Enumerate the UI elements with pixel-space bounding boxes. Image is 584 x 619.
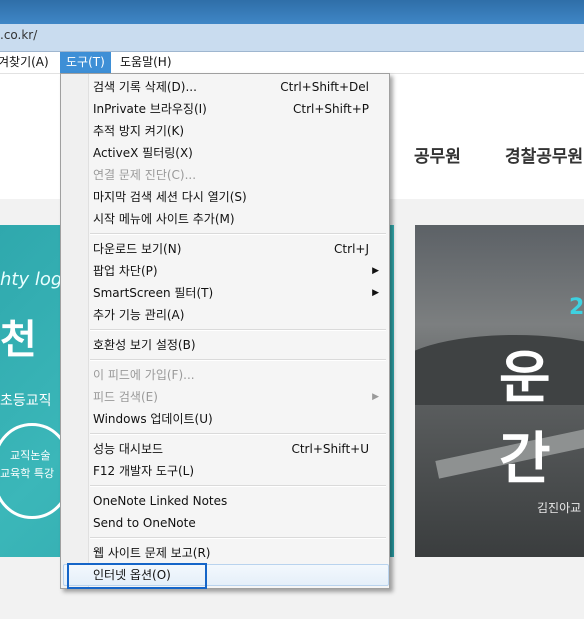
address-url[interactable]: .co.kr/: [0, 28, 37, 42]
menu-item-label: 팝업 차단(P): [93, 264, 158, 278]
menu-item-label: 성능 대시보드: [93, 442, 164, 456]
road-banner-subtitle: 김진아교: [537, 501, 582, 515]
teal-circle-line-2: 교육학 특강: [0, 467, 55, 480]
menu-item-label: 피드 검색(E): [93, 390, 158, 404]
tools-menu-item[interactable]: 성능 대시보드 Ctrl+Shift+U: [63, 438, 387, 460]
menu-item-label: SmartScreen 필터(T): [93, 286, 214, 300]
menu-item-label: 웹 사이트 문제 보고(R): [93, 546, 211, 560]
menu-help[interactable]: 도움말(H): [114, 52, 178, 73]
menu-item-label: 다운로드 보기(N): [93, 242, 182, 256]
menu-item-shortcut: Ctrl+J: [334, 242, 369, 256]
tools-menu-item[interactable]: SmartScreen 필터(T) ▶: [63, 282, 387, 304]
tools-menu-item[interactable]: 마지막 검색 세션 다시 열기(S): [63, 186, 387, 208]
teal-circle-line-1: 교직논술: [10, 449, 51, 462]
submenu-arrow-icon: ▶: [372, 392, 379, 402]
submenu-arrow-icon: ▶: [372, 288, 379, 298]
tools-menu-item[interactable]: 시작 메뉴에 사이트 추가(M): [63, 208, 387, 230]
menu-item-label: 추적 방지 켜기(K): [93, 124, 185, 138]
menu-item-label: 마지막 검색 세션 다시 열기(S): [93, 190, 247, 204]
tools-menu-item: 피드 검색(E) ▶: [63, 386, 387, 408]
menu-item-shortcut: Ctrl+Shift+P: [293, 102, 369, 116]
menu-item-label: F12 개발자 도구(L): [93, 464, 195, 478]
tools-menu-item[interactable]: Windows 업데이트(U): [63, 408, 387, 430]
menu-item-label: ActiveX 필터링(X): [93, 146, 193, 160]
tools-menu-item[interactable]: 팝업 차단(P) ▶: [63, 260, 387, 282]
menu-item-label: 호환성 보기 설정(B): [93, 338, 196, 352]
window-title-bar: [0, 0, 584, 24]
menu-separator: [90, 233, 386, 235]
nav-link-police-servant[interactable]: 경찰공무원: [505, 142, 583, 167]
tools-menu-item[interactable]: Send to OneNote: [63, 512, 387, 534]
menu-item-shortcut: Ctrl+Shift+Del: [280, 80, 369, 94]
menu-item-label: 이 피드에 가입(F)...: [93, 368, 195, 382]
tools-menu-dropdown: 검색 기록 삭제(D)... Ctrl+Shift+Del InPrivate 브라…: [60, 73, 390, 589]
tools-menu-item[interactable]: 검색 기록 삭제(D)... Ctrl+Shift+Del: [63, 76, 387, 98]
menu-separator: [90, 359, 386, 361]
menu-separator: [90, 433, 386, 435]
menu-item-label: InPrivate 브라우징(I): [93, 102, 207, 116]
menu-bar: 겨찾기(A) 도구(T) 도움말(H): [0, 52, 584, 74]
teal-banner-small-text: hty log: [0, 269, 63, 290]
road-banner-title: 운간: [499, 346, 551, 492]
tools-menu-item[interactable]: ActiveX 필터링(X): [63, 142, 387, 164]
tools-menu-item: 이 피드에 가입(F)...: [63, 364, 387, 386]
tools-menu-item: 연결 문제 진단(C)...: [63, 164, 387, 186]
road-banner[interactable]: 2 운간 김진아교: [415, 225, 584, 557]
menu-separator: [90, 485, 386, 487]
menu-item-label: 연결 문제 진단(C)...: [93, 168, 197, 182]
menu-item-label: Send to OneNote: [93, 516, 196, 530]
menu-item-label: 검색 기록 삭제(D)...: [93, 80, 197, 94]
address-bar[interactable]: .co.kr/: [0, 24, 584, 52]
tools-menu-item[interactable]: 다운로드 보기(N) Ctrl+J: [63, 238, 387, 260]
menu-item-label: Windows 업데이트(U): [93, 412, 213, 426]
tools-menu-item[interactable]: InPrivate 브라우징(I) Ctrl+Shift+P: [63, 98, 387, 120]
menu-separator: [90, 537, 386, 539]
tools-menu-item[interactable]: F12 개발자 도구(L): [63, 460, 387, 482]
keyboard-focus-rectangle: [67, 563, 207, 589]
menu-item-label: 시작 메뉴에 사이트 추가(M): [93, 212, 235, 226]
tools-menu-item[interactable]: 웹 사이트 문제 보고(R): [63, 542, 387, 564]
road-banner-accent: 2: [569, 295, 584, 320]
tools-menu-item[interactable]: 추가 기능 관리(A): [63, 304, 387, 326]
tools-menu-item[interactable]: 추적 방지 켜기(K): [63, 120, 387, 142]
menu-item-shortcut: Ctrl+Shift+U: [291, 442, 369, 456]
tools-menu-item[interactable]: OneNote Linked Notes: [63, 490, 387, 512]
submenu-arrow-icon: ▶: [372, 266, 379, 276]
nav-link-civil-servant[interactable]: 공무원: [414, 142, 461, 167]
teal-banner-subtitle: 초등교직: [0, 393, 52, 409]
menu-separator: [90, 329, 386, 331]
menu-favorites[interactable]: 겨찾기(A): [0, 52, 55, 73]
menu-item-label: OneNote Linked Notes: [93, 494, 228, 508]
menu-item-label: 추가 기능 관리(A): [93, 308, 185, 322]
menu-tools[interactable]: 도구(T): [60, 52, 111, 73]
tools-menu-item[interactable]: 호환성 보기 설정(B): [63, 334, 387, 356]
